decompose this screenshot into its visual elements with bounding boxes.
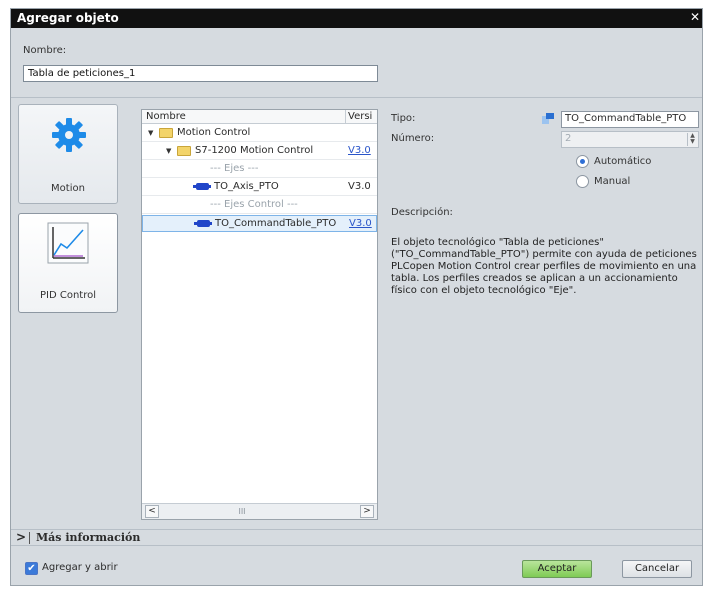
numero-label: Número:	[391, 133, 435, 144]
tree-header: Nombre Versi	[142, 110, 377, 124]
tree-row-label: S7-1200 Motion Control	[195, 145, 314, 156]
numero-field[interactable]: 2 ▲ ▼	[561, 131, 699, 148]
radio-manual-label: Manual	[594, 176, 631, 187]
tree-row-s7-1200[interactable]: ▼ S7-1200 Motion Control V3.0	[142, 143, 377, 160]
dialog-title: Agregar objeto	[17, 11, 119, 25]
folder-icon	[177, 146, 191, 156]
accept-button[interactable]: Aceptar	[522, 560, 592, 578]
numero-value: 2	[565, 133, 572, 144]
tile-pid-control[interactable]: PID Control	[18, 213, 118, 313]
tree-row-section-ejes-control: --- Ejes Control ---	[142, 197, 377, 214]
more-info-label[interactable]: Más información	[36, 531, 140, 544]
tile-pid-label: PID Control	[39, 290, 96, 301]
radio-manual[interactable]	[576, 175, 589, 188]
more-info-bar[interactable]: > Más información	[11, 529, 702, 546]
radio-automatic-label: Automático	[594, 156, 652, 167]
spinner-icon[interactable]: ▲ ▼	[687, 133, 697, 146]
add-and-open-checkbox[interactable]: ✔	[25, 562, 38, 575]
tile-motion[interactable]: Motion	[18, 104, 118, 204]
tree-row-to-commandtable-pto[interactable]: TO_CommandTable_PTO V3.0	[142, 215, 377, 232]
expand-arrow-icon[interactable]: ▼	[166, 147, 171, 155]
cancel-button[interactable]: Cancelar	[622, 560, 692, 578]
tree-row-section-ejes: --- Ejes ---	[142, 161, 377, 178]
version-link[interactable]: V3.0	[349, 218, 372, 229]
expand-arrow-icon[interactable]: ▼	[148, 129, 153, 137]
object-palette: Motion PID Control	[11, 99, 131, 521]
scroll-left-button[interactable]: <	[145, 505, 159, 518]
column-version[interactable]: Versi	[348, 111, 377, 122]
tipo-field: TO_CommandTable_PTO	[561, 111, 699, 128]
folder-icon	[159, 128, 173, 138]
description-label: Descripción:	[391, 207, 453, 218]
tree-row-motion-control[interactable]: ▼ Motion Control	[142, 125, 377, 142]
separator	[11, 97, 702, 98]
tile-motion-label: Motion	[51, 183, 85, 194]
technology-object-icon	[194, 220, 212, 227]
radio-automatic[interactable]	[576, 155, 589, 168]
tree-row-label: Motion Control	[177, 127, 251, 138]
title-bar: Agregar objeto ✕	[11, 9, 702, 28]
object-tree: Nombre Versi ▼ Motion Control ▼ S7-1200 …	[141, 109, 378, 520]
technology-object-icon	[193, 183, 211, 190]
scroll-thumb[interactable]: III	[182, 507, 302, 516]
close-icon[interactable]: ✕	[690, 10, 700, 24]
add-object-dialog: Agregar objeto ✕ Nombre: Tabla de petici…	[10, 8, 703, 586]
name-input[interactable]: Tabla de peticiones_1	[23, 65, 378, 82]
expand-arrow-icon[interactable]: >	[16, 530, 26, 544]
technology-object-type-icon	[542, 113, 554, 124]
horizontal-scrollbar[interactable]: < III >	[142, 503, 377, 519]
column-divider[interactable]	[345, 110, 346, 123]
detail-panel: Tipo: TO_CommandTable_PTO Número: 2 ▲ ▼ A…	[388, 109, 703, 520]
version-value: V3.0	[348, 181, 371, 192]
column-name[interactable]: Nombre	[146, 111, 186, 122]
tree-row-to-axis-pto[interactable]: TO_Axis_PTO V3.0	[142, 179, 377, 196]
version-link[interactable]: V3.0	[348, 145, 371, 156]
divider	[29, 532, 30, 544]
add-and-open-label[interactable]: Agregar y abrir	[42, 562, 118, 573]
section-label: --- Ejes ---	[210, 163, 259, 174]
scroll-right-button[interactable]: >	[360, 505, 374, 518]
tipo-label: Tipo:	[391, 113, 416, 124]
gear-icon	[52, 118, 86, 152]
chart-icon	[47, 222, 89, 264]
name-label: Nombre:	[23, 45, 67, 56]
tree-row-label: TO_CommandTable_PTO	[215, 218, 337, 229]
tree-row-label: TO_Axis_PTO	[214, 181, 279, 192]
description-text: El objeto tecnológico "Tabla de peticion…	[391, 237, 697, 296]
section-label: --- Ejes Control ---	[210, 199, 298, 210]
